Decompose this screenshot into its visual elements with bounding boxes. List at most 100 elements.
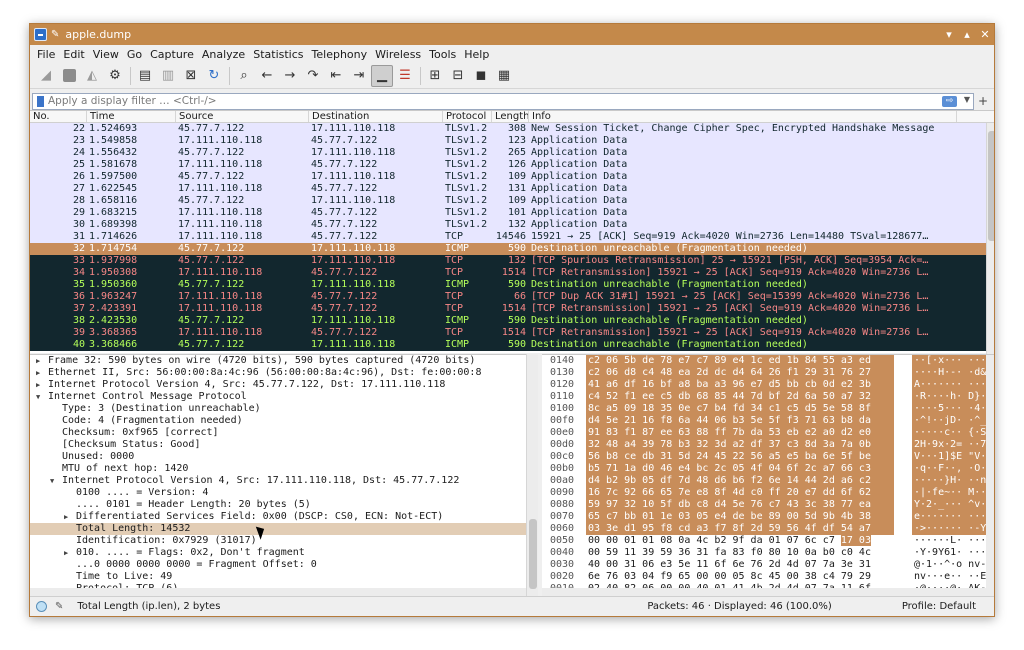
hex-bytes[interactable]: 59 97 32 10 5f db c8 d4 5e 76 c7 43 3c 3… xyxy=(586,499,894,511)
bookmark-icon[interactable] xyxy=(37,95,44,107)
menu-statistics[interactable]: Statistics xyxy=(249,48,307,61)
status-profile[interactable]: Profile: Default xyxy=(902,601,976,612)
packet-row[interactable]: 32 1.714754 45.77.7.122 17.111.110.118 ICMP 5… xyxy=(30,243,994,255)
collapse-arrow-icon[interactable]: ▼ xyxy=(36,391,40,403)
packet-row[interactable]: 25 1.581678 17.111.110.118 45.77.7.122 TLSv1… xyxy=(30,159,994,171)
expert-info-icon[interactable] xyxy=(36,601,47,612)
menu-telephony[interactable]: Telephony xyxy=(308,48,372,61)
apply-filter-icon[interactable]: ⇨ xyxy=(942,95,957,107)
pin-icon[interactable]: ✎ xyxy=(51,29,59,40)
hex-bytes[interactable]: c2 06 5b de 78 e7 c7 89 e4 1c ed 1b 84 5… xyxy=(586,355,894,367)
detail-tree-item[interactable]: [Checksum Status: Good] xyxy=(30,439,526,451)
restart-icon[interactable]: ◭ xyxy=(81,65,103,87)
hex-bytes[interactable]: 16 7c 92 66 65 7e e8 8f 4d c0 ff 20 e7 d… xyxy=(586,487,894,499)
zoom-in-icon[interactable]: ⊞ xyxy=(424,65,446,87)
menu-analyze[interactable]: Analyze xyxy=(198,48,249,61)
goto-packet-icon[interactable]: ↷ xyxy=(302,65,324,87)
menu-capture[interactable]: Capture xyxy=(146,48,198,61)
hex-bytes[interactable]: 40 00 31 06 e3 5e 11 6f 6e 76 2d 4d 07 7… xyxy=(586,559,894,571)
packet-row[interactable]: 38 2.423530 45.77.7.122 17.111.110.118 ICMP 5… xyxy=(30,315,994,327)
scrollbar-thumb[interactable] xyxy=(988,131,994,241)
save-icon[interactable]: ▥ xyxy=(157,65,179,87)
detail-tree-item[interactable]: ▶ Frame 32: 590 bytes on wire (4720 bits)… xyxy=(30,355,526,367)
packet-row[interactable]: 34 1.950308 17.111.110.118 45.77.7.122 TCP 15… xyxy=(30,267,994,279)
detail-tree-item[interactable]: Checksum: 0xf965 [correct] xyxy=(30,427,526,439)
expand-arrow-icon[interactable]: ▶ xyxy=(64,511,68,523)
hex-bytes[interactable]: c4 52 f1 ee c5 db 68 85 44 7d bf 2d 6a 5… xyxy=(586,391,894,403)
hex-ascii[interactable]: ·R····h· D}·-jP·2 xyxy=(912,391,994,403)
restore-icon[interactable]: ▴ xyxy=(958,28,976,41)
edit-comment-icon[interactable]: ✎ xyxy=(55,601,63,612)
bytes-vscrollbar[interactable] xyxy=(986,355,994,597)
expand-arrow-icon[interactable]: ▶ xyxy=(64,547,68,559)
hex-ascii[interactable]: ·q··F··, ·O·o,·f· xyxy=(912,463,994,475)
column-header-length[interactable]: Length xyxy=(492,111,529,122)
first-packet-icon[interactable]: ⇤ xyxy=(325,65,347,87)
hex-ascii[interactable]: ··[·x··· ·····U·· xyxy=(912,355,994,367)
hex-selected-bytes[interactable]: 17 03 xyxy=(840,535,871,546)
detail-tree-item[interactable]: .... 0101 = Header Length: 20 bytes (5) xyxy=(30,499,526,511)
column-header-time[interactable]: Time xyxy=(87,111,176,122)
hex-bytes[interactable]: 8c a5 09 18 35 0e c7 b4 fd 34 c1 c5 d5 5… xyxy=(586,403,894,415)
hex-ascii[interactable]: ·^!··jD· ·^_·qc·· xyxy=(912,415,994,427)
column-header-info[interactable]: Info xyxy=(529,111,957,122)
hex-bytes[interactable]: 00 00 01 01 08 0a 4c b2 9f da 01 07 6c c… xyxy=(586,535,894,547)
column-header-source[interactable]: Source xyxy=(176,111,309,122)
packet-row[interactable]: 29 1.683215 17.111.110.118 45.77.7.122 TLSv1… xyxy=(30,207,994,219)
hex-bytes[interactable]: b5 71 1a d0 46 e4 bc 2c 05 4f 04 6f 2c a… xyxy=(586,463,894,475)
packet-row[interactable]: 40 3.368466 45.77.7.122 17.111.110.118 ICMP 5… xyxy=(30,339,994,351)
column-header-protocol[interactable]: Protocol xyxy=(443,111,492,122)
hex-bytes[interactable]: 32 48 a4 39 78 b3 32 3d a2 df 37 c3 8d 3… xyxy=(586,439,894,451)
packet-row[interactable]: 27 1.622545 17.111.110.118 45.77.7.122 TLSv1… xyxy=(30,183,994,195)
detail-tree-item[interactable]: ▶ 010. .... = Flags: 0x2, Don't fragment xyxy=(30,547,526,559)
packet-row[interactable]: 28 1.658116 45.77.7.122 17.111.110.118 TLSv1… xyxy=(30,195,994,207)
hex-ascii[interactable]: @·1··^·o nv-M·z>1 xyxy=(912,559,994,571)
detail-tree-item[interactable]: ▶ Internet Protocol Version 4, Src: 45.77… xyxy=(30,379,526,391)
detail-tree-item[interactable]: ▼ Internet Protocol Version 4, Src: 17.11… xyxy=(30,475,526,487)
autoscroll-icon[interactable]: ▁ xyxy=(371,64,393,87)
detail-tree-item[interactable]: Time to Live: 49 xyxy=(30,571,526,583)
detail-tree-item[interactable]: Code: 4 (Fragmentation needed) xyxy=(30,415,526,427)
find-icon[interactable]: ⌕ xyxy=(233,65,255,87)
expand-arrow-icon[interactable]: ▶ xyxy=(36,379,40,391)
back-icon[interactable]: ← xyxy=(256,65,278,87)
hex-ascii[interactable]: ·>······ ·-YVO·T· xyxy=(912,523,994,535)
chevron-down-icon[interactable]: ▼ xyxy=(964,95,970,104)
packet-row[interactable]: 36 1.963247 17.111.110.118 45.77.7.122 TCP 66… xyxy=(30,291,994,303)
hex-ascii[interactable]: nv···e·· ··E·8·y) xyxy=(912,571,994,583)
column-header-no[interactable]: No. xyxy=(30,111,87,122)
detail-tree-item[interactable]: ...0 0000 0000 0000 = Fragment Offset: 0 xyxy=(30,559,526,571)
hex-bytes[interactable]: 6e 76 03 04 f9 65 00 00 05 8c 45 00 38 c… xyxy=(586,571,894,583)
hex-bytes[interactable]: 00 59 11 39 59 36 31 fa 83 f0 80 10 0a b… xyxy=(586,547,894,559)
packet-row[interactable]: 23 1.549858 17.111.110.118 45.77.7.122 TLSv1… xyxy=(30,135,994,147)
hex-bytes[interactable]: 56 b8 ce db 31 5d 24 45 22 56 a5 e5 ba 6… xyxy=(586,451,894,463)
hex-ascii[interactable]: A······· ·······; xyxy=(912,379,994,391)
menu-go[interactable]: Go xyxy=(123,48,146,61)
detail-tree-item[interactable]: Identification: 0x7929 (31017) xyxy=(30,535,526,547)
packet-row[interactable]: 35 1.950360 45.77.7.122 17.111.110.118 ICMP 5… xyxy=(30,279,994,291)
detail-tree-item[interactable]: Type: 3 (Destination unreachable) xyxy=(30,403,526,415)
hex-ascii[interactable]: ·····c·· {·S····· xyxy=(912,427,994,439)
detail-tree-item[interactable]: ▶ Ethernet II, Src: 56:00:00:8a:4c:96 (56… xyxy=(30,367,526,379)
menu-edit[interactable]: Edit xyxy=(59,48,88,61)
add-filter-button-icon[interactable]: + xyxy=(974,94,992,108)
packet-row[interactable]: 39 3.368365 17.111.110.118 45.77.7.122 TCP 15… xyxy=(30,327,994,339)
hex-bytes[interactable]: 65 c7 bb 01 1e 03 05 e4 de be 89 00 5d 9… xyxy=(586,511,894,523)
reload-icon[interactable]: ↻ xyxy=(203,65,225,87)
normal-size-icon[interactable]: ◼ xyxy=(470,65,492,87)
packet-row[interactable]: 26 1.597500 45.77.7.122 17.111.110.118 TLSv1… xyxy=(30,171,994,183)
menu-tools[interactable]: Tools xyxy=(425,48,460,61)
packet-list-scrollbar[interactable] xyxy=(986,123,994,354)
open-icon[interactable]: ▤ xyxy=(134,65,156,87)
zoom-out-icon[interactable]: ⊟ xyxy=(447,65,469,87)
hex-ascii[interactable]: V···1]$E "V···n_· xyxy=(912,451,994,463)
packet-row[interactable]: 22 1.524693 45.77.7.122 17.111.110.118 TLSv1… xyxy=(30,123,994,135)
forward-icon[interactable]: → xyxy=(279,65,301,87)
detail-tree-item[interactable]: MTU of next hop: 1420 xyxy=(30,463,526,475)
minimize-icon[interactable]: ▾ xyxy=(940,28,958,41)
hex-bytes[interactable]: d4 b2 9b 05 df 7d 48 d6 b6 f2 6e 14 44 2… xyxy=(586,475,894,487)
hex-ascii[interactable]: e······· ····]·K8 xyxy=(912,511,994,523)
detail-tree-item[interactable]: 0100 .... = Version: 4 xyxy=(30,487,526,499)
hex-ascii[interactable]: 2H·9x·2= ··7··:z· xyxy=(912,439,994,451)
hex-bytes[interactable]: c2 06 d8 c4 48 ea 2d dc d4 64 26 f1 29 3… xyxy=(586,367,894,379)
